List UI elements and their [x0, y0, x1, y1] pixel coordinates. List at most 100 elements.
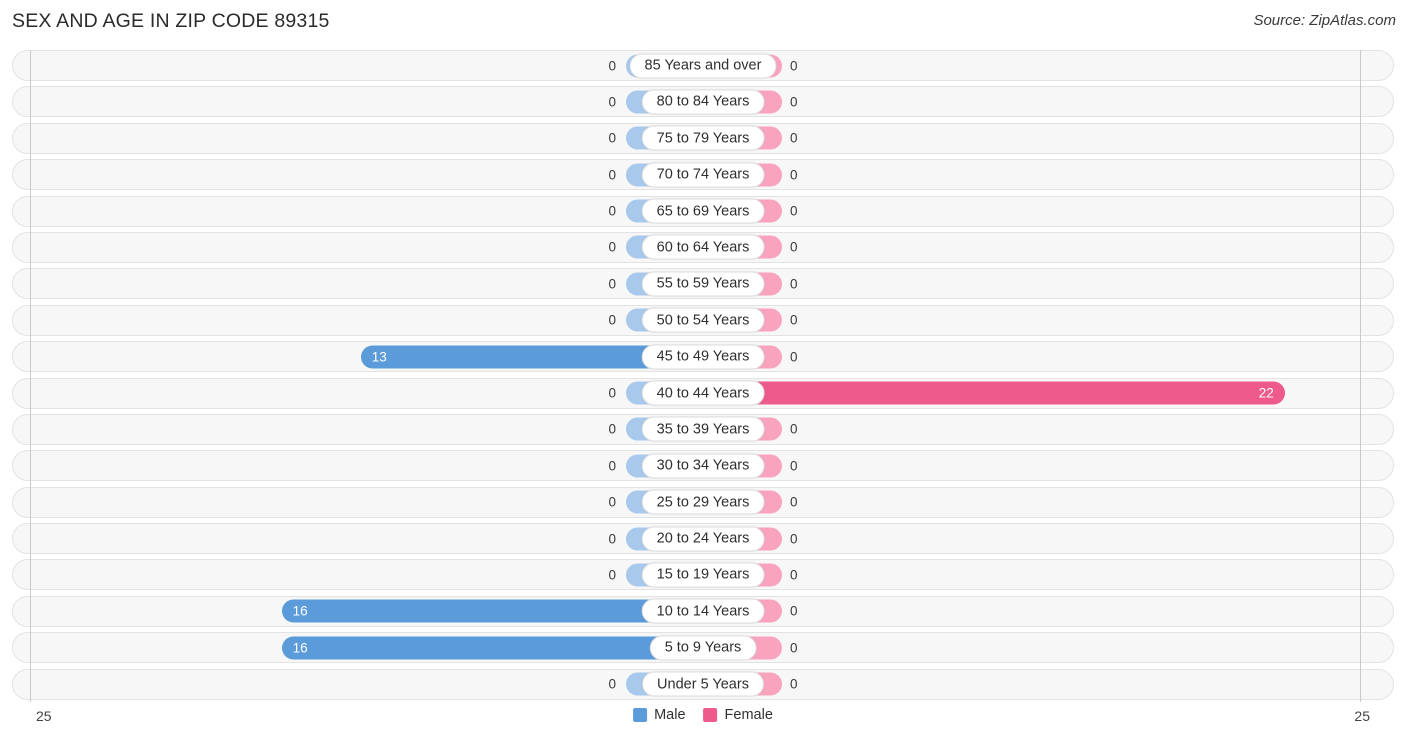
bar-value-female: 0	[790, 603, 798, 619]
pyramid-row[interactable]: 0 0 35 to 39 Years	[12, 413, 1394, 445]
pyramid-row-track: 0 0 55 to 59 Years	[13, 269, 1393, 298]
source-attribution: Source: ZipAtlas.com	[1253, 12, 1396, 29]
legend-swatch-female-icon	[703, 708, 718, 722]
pyramid-row-track: 0 0 50 to 54 Years	[13, 306, 1393, 335]
bar-value-female: 0	[790, 130, 798, 146]
pyramid-row[interactable]: 0 0 30 to 34 Years	[12, 450, 1394, 482]
pyramid-rows: 0 0 85 Years and over 0 0 80 to 84 Years 0 0 75 …	[0, 50, 1406, 705]
bar-value-female: 0	[790, 458, 798, 474]
pyramid-row[interactable]: 0 0 20 to 24 Years	[12, 523, 1394, 555]
age-group-label: 80 to 84 Years	[641, 89, 765, 115]
bar-value-female: 22	[1258, 385, 1274, 401]
age-group-label: 15 to 19 Years	[641, 562, 765, 588]
chart-legend: Male Female	[633, 707, 773, 723]
bar-male[interactable]: 16	[281, 636, 704, 660]
axis-tick-right: 25	[1354, 708, 1370, 724]
pyramid-row[interactable]: 0 0 80 to 84 Years	[12, 86, 1394, 118]
axis-line-left	[30, 50, 31, 702]
age-group-label: Under 5 Years	[642, 671, 764, 697]
age-group-label: 10 to 14 Years	[641, 598, 765, 624]
pyramid-row[interactable]: 16 0 5 to 9 Years	[12, 632, 1394, 664]
bar-value-female: 0	[790, 58, 798, 73]
pyramid-row-track: 0 0 70 to 74 Years	[13, 160, 1393, 189]
bar-value-male: 0	[608, 676, 616, 692]
bar-male[interactable]: 16	[281, 599, 704, 623]
legend-item-male[interactable]: Male	[633, 707, 686, 723]
age-group-label: 35 to 39 Years	[641, 416, 765, 442]
pyramid-row-track: 0 0 65 to 69 Years	[13, 197, 1393, 226]
page-title: SEX AND AGE IN ZIP CODE 89315	[12, 10, 330, 32]
bar-value-female: 0	[790, 239, 798, 255]
bar-value-female: 0	[790, 567, 798, 583]
bar-value-male: 0	[608, 494, 616, 510]
bar-value-male: 0	[608, 312, 616, 328]
pyramid-row[interactable]: 0 0 65 to 69 Years	[12, 195, 1394, 227]
pyramid-row[interactable]: 0 0 70 to 74 Years	[12, 159, 1394, 191]
bar-value-female: 0	[790, 531, 798, 547]
age-group-label: 45 to 49 Years	[641, 344, 765, 370]
age-group-label: 30 to 34 Years	[641, 453, 765, 479]
axis-tick-left: 25	[36, 708, 52, 724]
bar-value-female: 0	[790, 312, 798, 328]
bar-value-female: 0	[790, 94, 798, 110]
age-group-label: 55 to 59 Years	[641, 271, 765, 297]
pyramid-row[interactable]: 0 0 Under 5 Years	[12, 668, 1394, 700]
age-group-label: 85 Years and over	[629, 53, 777, 78]
pyramid-row[interactable]: 16 0 10 to 14 Years	[12, 595, 1394, 627]
axis-line-right	[1360, 50, 1361, 702]
pyramid-row[interactable]: 0 0 75 to 79 Years	[12, 122, 1394, 154]
pyramid-row-track: 0 0 15 to 19 Years	[13, 560, 1393, 589]
age-group-label: 65 to 69 Years	[641, 198, 765, 224]
age-group-label: 60 to 64 Years	[641, 234, 765, 260]
pyramid-row-track: 0 0 35 to 39 Years	[13, 415, 1393, 444]
pyramid-row-track: 16 0 5 to 9 Years	[13, 633, 1393, 662]
pyramid-row-track: 16 0 10 to 14 Years	[13, 597, 1393, 626]
pyramid-row-track: 0 0 20 to 24 Years	[13, 524, 1393, 553]
bar-female[interactable]: 22	[704, 381, 1285, 405]
pyramid-row[interactable]: 0 0 60 to 64 Years	[12, 231, 1394, 263]
age-group-label: 5 to 9 Years	[649, 635, 757, 661]
pyramid-row-track: 0 0 85 Years and over	[13, 51, 1393, 80]
age-group-label: 70 to 74 Years	[641, 162, 765, 188]
chart-page: SEX AND AGE IN ZIP CODE 89315 Source: Zi…	[0, 0, 1406, 740]
pyramid-plot-area: 0 0 85 Years and over 0 0 80 to 84 Years 0 0 75 …	[0, 50, 1406, 702]
pyramid-row-track: 0 0 30 to 34 Years	[13, 451, 1393, 480]
legend-item-female[interactable]: Female	[703, 707, 773, 723]
bar-value-female: 0	[790, 676, 798, 692]
age-group-label: 20 to 24 Years	[641, 526, 765, 552]
bar-value-male: 0	[608, 276, 616, 292]
pyramid-row[interactable]: 13 0 45 to 49 Years	[12, 341, 1394, 373]
bar-value-female: 0	[790, 276, 798, 292]
pyramid-row[interactable]: 0 0 15 to 19 Years	[12, 559, 1394, 591]
bar-value-male: 13	[371, 349, 387, 365]
bar-value-female: 0	[790, 203, 798, 219]
bar-value-male: 16	[292, 640, 308, 656]
bar-value-male: 0	[608, 203, 616, 219]
age-group-label: 50 to 54 Years	[641, 307, 765, 333]
pyramid-row[interactable]: 0 0 50 to 54 Years	[12, 304, 1394, 336]
bar-value-male: 0	[608, 567, 616, 583]
bar-value-male: 0	[608, 130, 616, 146]
pyramid-row-track: 0 0 80 to 84 Years	[13, 87, 1393, 116]
pyramid-row-track: 0 0 60 to 64 Years	[13, 233, 1393, 262]
bar-value-male: 0	[608, 94, 616, 110]
age-group-label: 25 to 29 Years	[641, 489, 765, 515]
bar-value-male: 0	[608, 239, 616, 255]
pyramid-row-track: 0 22 40 to 44 Years	[13, 379, 1393, 408]
pyramid-row[interactable]: 0 22 40 to 44 Years	[12, 377, 1394, 409]
bar-value-male: 0	[608, 385, 616, 401]
legend-label-male: Male	[654, 707, 686, 723]
bar-value-male: 0	[608, 58, 616, 73]
pyramid-row-track: 0 0 75 to 79 Years	[13, 124, 1393, 153]
pyramid-row[interactable]: 0 0 55 to 59 Years	[12, 268, 1394, 300]
pyramid-row[interactable]: 0 0 85 Years and over	[12, 50, 1394, 81]
chart-footer: 25 Male Female 25	[0, 702, 1406, 740]
pyramid-row[interactable]: 0 0 25 to 29 Years	[12, 486, 1394, 518]
age-group-label: 75 to 79 Years	[641, 125, 765, 151]
bar-value-female: 0	[790, 640, 798, 656]
pyramid-row-track: 13 0 45 to 49 Years	[13, 342, 1393, 371]
bar-value-male: 0	[608, 531, 616, 547]
pyramid-row-track: 0 0 Under 5 Years	[13, 670, 1393, 699]
bar-value-male: 0	[608, 167, 616, 183]
chart-header: SEX AND AGE IN ZIP CODE 89315 Source: Zi…	[0, 0, 1406, 46]
